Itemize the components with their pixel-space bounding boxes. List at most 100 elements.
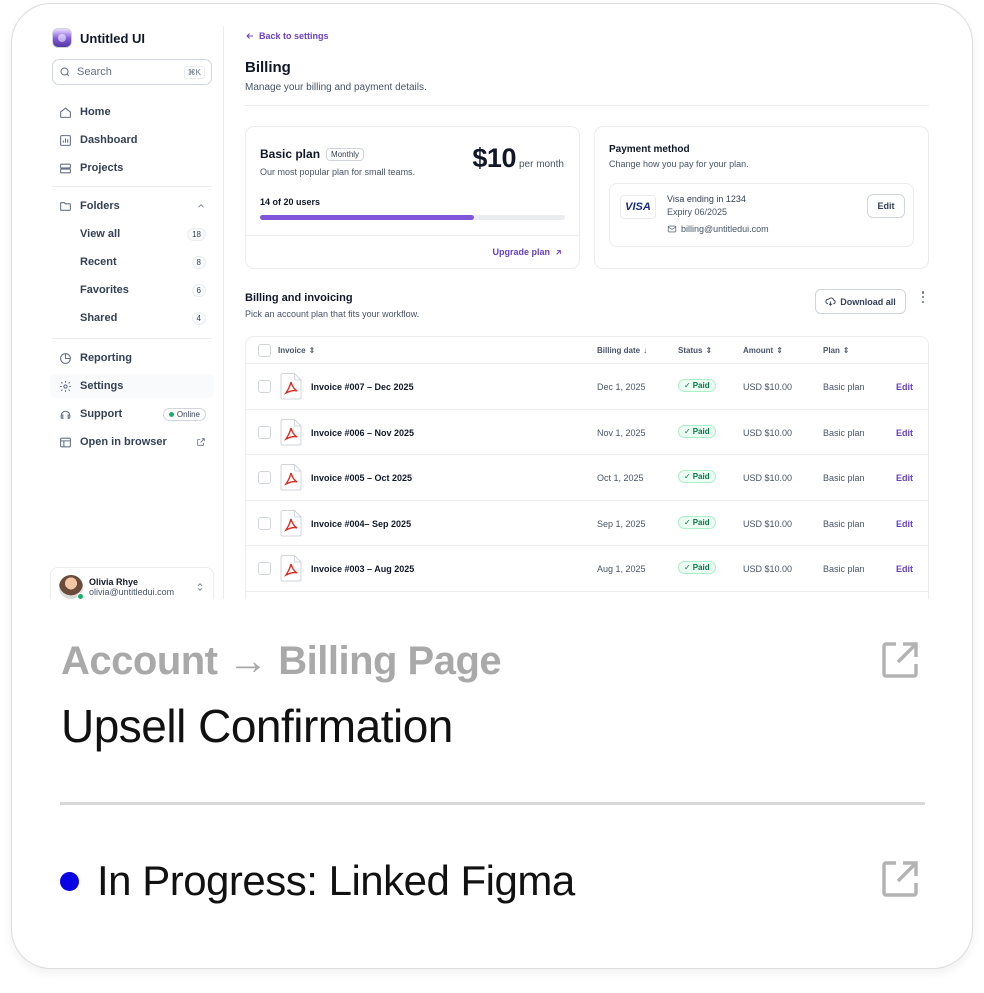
back-to-settings-link[interactable]: Back to settings <box>245 31 329 41</box>
back-link-label: Back to settings <box>259 31 329 41</box>
row-checkbox[interactable] <box>258 380 271 393</box>
brand-logo-icon <box>52 28 72 48</box>
status-dot-icon <box>60 872 79 891</box>
table-row[interactable]: Invoice #003 – Aug 2025 Aug 1, 2025 ✓ Paid U… <box>246 546 928 592</box>
table-row[interactable]: Invoice #007 – Dec 2025 Dec 1, 2025 ✓ Paid U… <box>246 364 928 410</box>
check-icon: ✓ <box>684 563 691 572</box>
check-icon: ✓ <box>684 472 691 481</box>
folder-item-view-all[interactable]: View all 18 <box>50 222 214 246</box>
column-header-status[interactable]: Status ⇕ <box>678 346 712 355</box>
online-status-badge: Online <box>162 407 206 421</box>
row-checkbox[interactable] <box>258 471 271 484</box>
page-subtitle: Manage your billing and payment details. <box>245 82 427 93</box>
page-headline: Upsell Confirmation <box>61 700 453 752</box>
table-row[interactable]: Invoice #006 – Nov 2025 Nov 1, 2025 ✓ Paid U… <box>246 410 928 455</box>
column-header-invoice[interactable]: Invoice ⇕ <box>278 346 315 355</box>
price-period: per month <box>518 159 564 170</box>
price-amount: $10 <box>472 143 516 173</box>
brand[interactable]: Untitled UI <box>52 28 145 48</box>
column-header-amount[interactable]: Amount ⇕ <box>743 346 783 355</box>
upgrade-plan-link[interactable]: Upgrade plan <box>492 247 563 257</box>
page-title: Billing <box>245 59 291 76</box>
arrow-up-right-icon <box>556 249 561 255</box>
sidebar-divider <box>52 186 212 187</box>
reporting-icon <box>58 351 72 365</box>
invoice-name: Invoice #004– Sep 2025 <box>311 518 412 529</box>
search-input[interactable]: Search ⌘K <box>52 59 212 85</box>
billing-date: Sep 1, 2025 <box>597 518 646 529</box>
mail-icon <box>667 225 677 233</box>
edit-invoice-link[interactable]: Edit <box>896 564 913 574</box>
user-account-card[interactable]: Olivia Rhye olivia@untitledui.com <box>50 567 214 599</box>
download-all-button[interactable]: Download all <box>815 289 906 314</box>
sidebar-item-label: Folders <box>80 200 120 212</box>
invoice-name: Invoice #003 – Aug 2025 <box>311 564 415 574</box>
external-link-icon[interactable] <box>881 641 919 679</box>
edit-invoice-link[interactable]: Edit <box>896 473 913 483</box>
dashboard-icon <box>58 133 72 147</box>
sort-icon: ⇕ <box>308 346 316 355</box>
sidebar-item-label: Open in browser <box>80 436 167 448</box>
sidebar-item-label: Settings <box>80 380 124 392</box>
sidebar-item-label: Reporting <box>80 352 132 364</box>
payment-method-card: Payment method Change how you pay for yo… <box>594 126 929 269</box>
billing-date: Dec 1, 2025 <box>597 382 646 392</box>
select-all-checkbox[interactable] <box>258 344 271 357</box>
chevron-selector-icon <box>197 583 203 591</box>
count-badge: 8 <box>191 255 206 269</box>
folder-item-label: Shared <box>80 312 118 324</box>
row-checkbox[interactable] <box>258 562 271 575</box>
count-badge: 18 <box>187 227 206 241</box>
status-badge: ✓ Paid <box>678 379 716 392</box>
row-checkbox[interactable] <box>258 425 271 439</box>
sidebar-item-dashboard[interactable]: Dashboard <box>50 128 214 152</box>
plan-badge: Monthly <box>326 147 365 161</box>
sidebar-item-settings[interactable]: Settings <box>50 374 214 398</box>
sidebar-item-label: Home <box>80 106 111 118</box>
sidebar-item-home[interactable]: Home <box>50 100 214 124</box>
sidebar-divider <box>52 338 212 339</box>
column-header-billing-date[interactable]: Billing date ↓ <box>597 346 647 355</box>
saved-card: VISA Visa ending in 1234 Expiry 06/2025 … <box>609 183 914 247</box>
status-text: In Progress: Linked Figma <box>97 857 575 904</box>
sort-icon: ⇕ <box>776 346 783 355</box>
plan-card: Basic plan Monthly Our most popular plan… <box>245 126 580 269</box>
sidebar-item-open-in-browser[interactable]: Open in browser <box>50 430 214 454</box>
folder-item-recent[interactable]: Recent 8 <box>50 250 214 274</box>
amount: USD $10.00 <box>743 564 793 574</box>
edit-invoice-link[interactable]: Edit <box>896 428 913 438</box>
pdf-file-icon <box>280 555 302 582</box>
sidebar-item-folders[interactable]: Folders <box>50 194 214 218</box>
edit-invoice-link[interactable]: Edit <box>896 519 913 529</box>
sidebar-item-reporting[interactable]: Reporting <box>50 346 214 370</box>
table-row[interactable]: Invoice #005 – Oct 2025 Oct 1, 2025 ✓ Paid U… <box>246 455 928 501</box>
status-badge: ✓ Paid <box>678 561 716 574</box>
edit-payment-button[interactable]: Edit <box>867 194 905 218</box>
plan-name: Basic plan <box>823 564 865 574</box>
edit-invoice-link[interactable]: Edit <box>896 382 913 392</box>
folder-item-favorites[interactable]: Favorites 6 <box>50 278 214 302</box>
amount: USD $10.00 <box>743 518 793 529</box>
billing-section-title: Billing and invoicing <box>245 292 353 304</box>
billing-email-text: billing@untitledui.com <box>681 224 769 234</box>
row-checkbox[interactable] <box>258 516 271 530</box>
column-header-plan[interactable]: Plan ⇕ <box>823 346 850 355</box>
pdf-file-icon <box>280 418 302 446</box>
billing-email: billing@untitledui.com <box>667 224 769 234</box>
sidebar-item-support[interactable]: Support Online <box>50 402 214 426</box>
plan-name: Basic plan <box>823 473 865 483</box>
folder-item-shared[interactable]: Shared 4 <box>50 306 214 330</box>
check-icon: ✓ <box>684 426 691 436</box>
pdf-file-icon <box>280 373 302 400</box>
folder-item-label: View all <box>80 228 121 240</box>
projects-icon <box>58 161 72 175</box>
sidebar-item-projects[interactable]: Projects <box>50 156 214 180</box>
user-name: Olivia Rhye <box>89 577 139 587</box>
table-row[interactable]: Invoice #004– Sep 2025 Sep 1, 2025 ✓ Paid US… <box>246 501 928 546</box>
more-options-icon[interactable] <box>918 290 928 304</box>
billing-date: Nov 1, 2025 <box>597 427 646 438</box>
home-icon <box>58 105 72 119</box>
sort-icon: ⇕ <box>705 346 713 355</box>
check-icon: ✓ <box>684 517 691 527</box>
external-link-icon[interactable] <box>881 860 919 898</box>
